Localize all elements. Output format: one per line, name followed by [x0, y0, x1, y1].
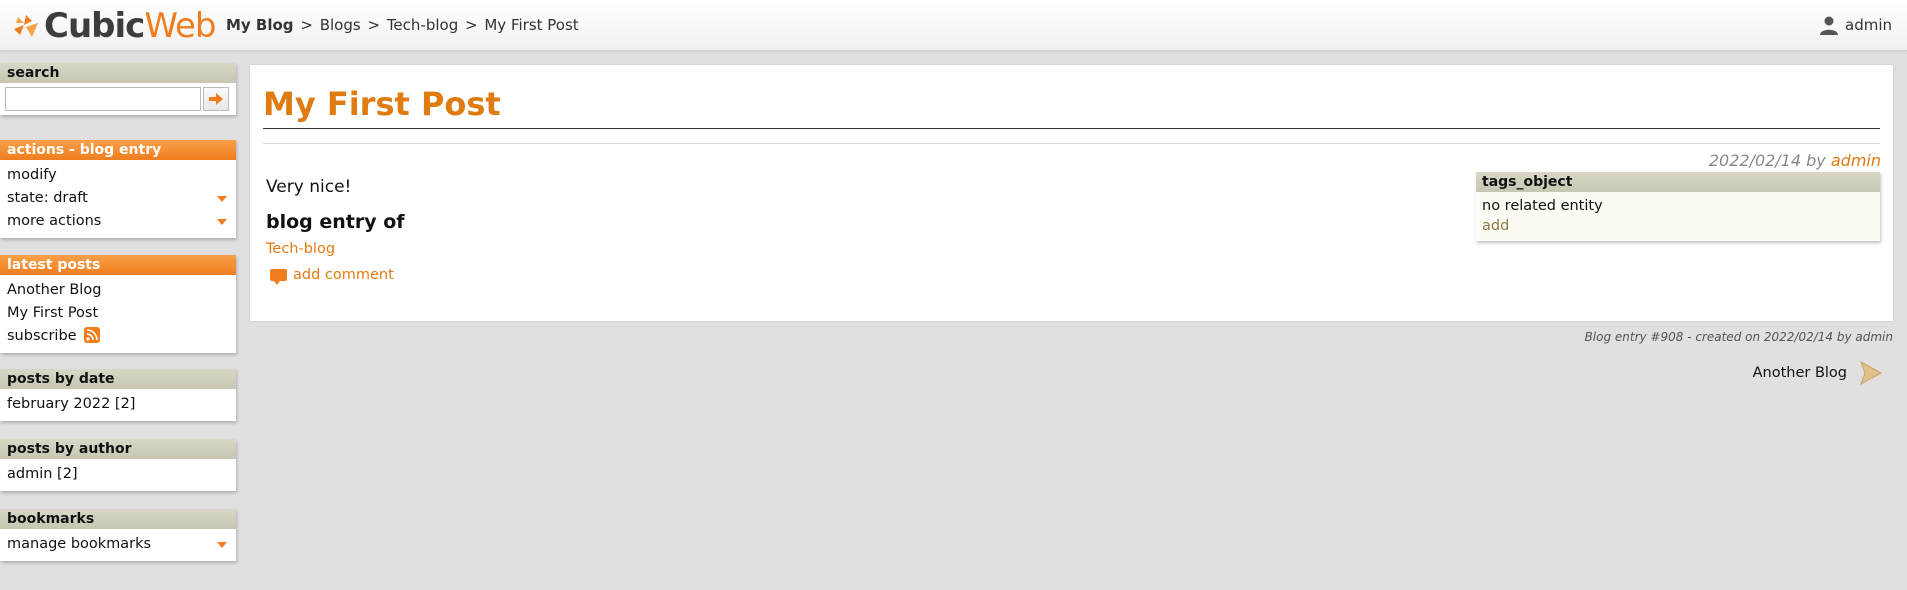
comment-icon: [270, 269, 287, 285]
play-arrow-icon: [1860, 360, 1883, 386]
relation-heading: blog entry of: [266, 211, 405, 233]
arrow-right-icon: [209, 93, 223, 105]
search-box-title: search: [0, 63, 236, 83]
date-archive-link[interactable]: february 2022 [2]: [7, 393, 229, 416]
breadcrumb-separator: >: [300, 16, 313, 34]
chevron-down-icon: [217, 219, 227, 225]
manage-bookmarks-dropdown[interactable]: manage bookmarks: [7, 533, 229, 556]
breadcrumb-tech-blog[interactable]: Tech-blog: [387, 16, 458, 34]
post-body: Very nice! blog entry of Tech-blog add c…: [266, 177, 405, 285]
top-bar: CubicWeb My Blog > Blogs > Tech-blog > M…: [0, 0, 1907, 51]
breadcrumb-current: My First Post: [484, 16, 579, 34]
logo-text-cubic: Cubic: [44, 6, 145, 46]
action-state-label: state: draft: [7, 190, 88, 206]
post-date: 2022/02/14: [1708, 151, 1802, 170]
breadcrumb-blogs[interactable]: Blogs: [320, 16, 361, 34]
rss-icon: [84, 327, 101, 343]
logo-text-web: Web: [144, 6, 216, 46]
tags-box: tags_object no related entity add: [1476, 172, 1880, 241]
latest-post-link[interactable]: Another Blog: [7, 279, 229, 302]
breadcrumb-separator: >: [367, 16, 381, 34]
next-post-label: Another Blog: [1752, 365, 1847, 381]
user-name: admin: [1845, 16, 1892, 34]
cubicweb-logo[interactable]: CubicWeb: [12, 6, 216, 46]
next-post-link[interactable]: Another Blog: [1753, 360, 1883, 386]
posts-by-date-title: posts by date: [0, 369, 236, 389]
bookmarks-box: bookmarks manage bookmarks: [0, 509, 236, 561]
post-by: by: [1806, 151, 1826, 170]
search-input[interactable]: [5, 87, 201, 111]
divider: [263, 143, 1880, 144]
posts-by-author-box: posts by author admin [2]: [0, 439, 236, 491]
post-author-link[interactable]: admin: [1831, 151, 1881, 170]
subscribe-link[interactable]: subscribe: [7, 325, 229, 348]
action-modify[interactable]: modify: [7, 164, 229, 187]
breadcrumb: My Blog > Blogs > Tech-blog > My First P…: [226, 16, 581, 34]
posts-by-date-box: posts by date february 2022 [2]: [0, 369, 236, 421]
post-meta: 2022/02/14 by admin: [1709, 151, 1881, 170]
chevron-down-icon: [217, 196, 227, 202]
breadcrumb-separator: >: [465, 16, 478, 34]
author-archive-link[interactable]: admin [2]: [7, 463, 229, 486]
add-comment-label: add comment: [293, 267, 394, 283]
tags-box-title: tags_object: [1476, 172, 1880, 192]
entity-meta: Blog entry #908 - created on 2022/02/14 …: [1584, 330, 1893, 344]
search-button[interactable]: [203, 87, 229, 111]
main-content-panel: My First Post 2022/02/14 by admin Very n…: [250, 65, 1893, 321]
bookmarks-title: bookmarks: [0, 509, 236, 529]
manage-bookmarks-label: manage bookmarks: [7, 536, 152, 552]
latest-posts-title: latest posts: [0, 255, 236, 275]
chevron-down-icon: [217, 542, 227, 548]
latest-post-link[interactable]: My First Post: [7, 302, 229, 325]
breadcrumb-my-blog[interactable]: My Blog: [226, 16, 294, 34]
page-title: My First Post: [263, 85, 1880, 129]
latest-posts-box: latest posts Another Blog My First Post …: [0, 255, 236, 353]
action-state-dropdown[interactable]: state: draft: [7, 187, 229, 210]
search-box: search: [0, 63, 236, 115]
actions-box-title: actions - blog entry: [0, 140, 236, 160]
posts-by-author-title: posts by author: [0, 439, 236, 459]
add-tag-link[interactable]: add: [1482, 216, 1874, 236]
action-more-label: more actions: [7, 213, 102, 229]
user-icon: [1820, 16, 1838, 35]
action-more-dropdown[interactable]: more actions: [7, 210, 229, 233]
post-text: Very nice!: [266, 177, 352, 197]
no-related-entity-text: no related entity: [1482, 198, 1603, 214]
tech-blog-link[interactable]: Tech-blog: [266, 241, 405, 257]
add-comment-link[interactable]: add comment: [270, 267, 405, 285]
user-menu[interactable]: admin: [1819, 15, 1892, 35]
subscribe-label: subscribe: [7, 328, 77, 344]
actions-box: actions - blog entry modify state: draft…: [0, 140, 236, 238]
logo-icon: [14, 15, 38, 37]
